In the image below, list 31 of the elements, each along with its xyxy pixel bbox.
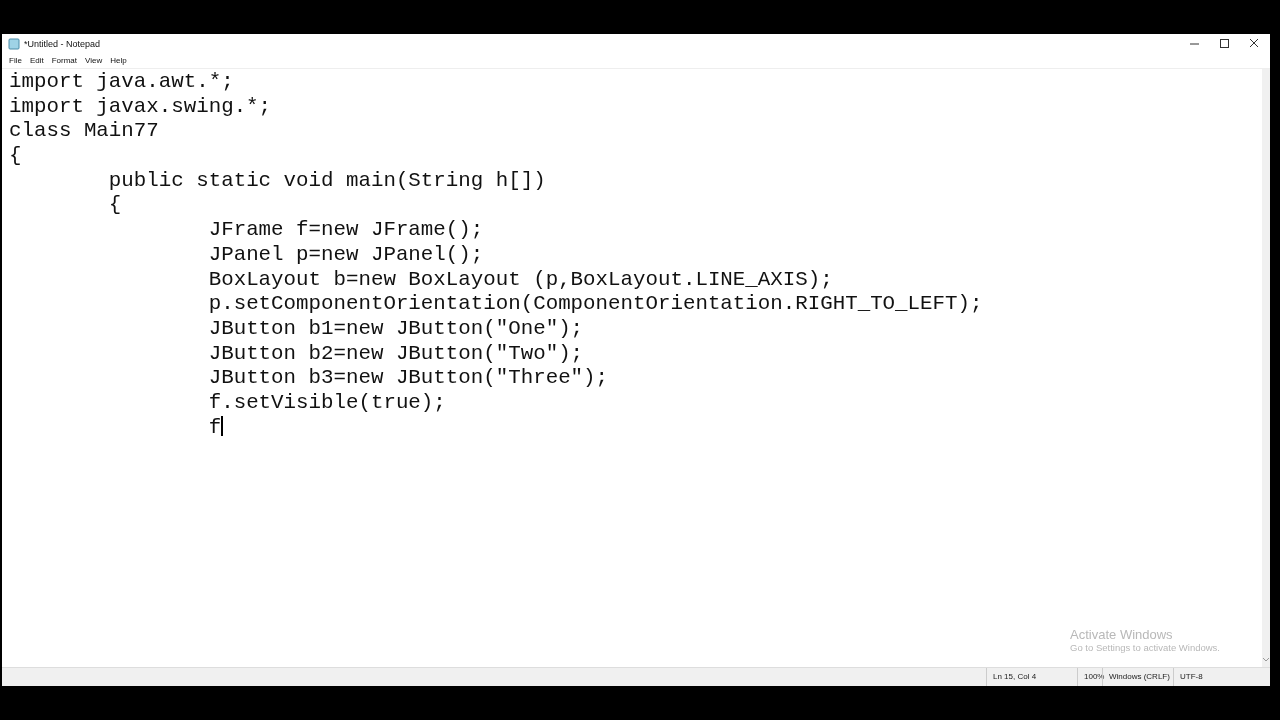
code-line: JButton b3=new JButton("Three");	[207, 366, 609, 391]
menu-item[interactable]: Edit	[27, 54, 50, 68]
scroll-down-icon[interactable]	[1262, 657, 1270, 663]
status-item: 100%	[1077, 668, 1102, 686]
code-line: JFrame f=new JFrame();	[207, 218, 484, 243]
menu-item[interactable]: View	[83, 54, 109, 68]
code-line: {	[107, 193, 122, 219]
code-line: JButton b2=new JButton("Two");	[207, 341, 584, 367]
code-line: BoxLayout b=new BoxLayout (p,BoxLayout.LINE_AXIS);	[207, 267, 833, 293]
code-line: class Main77	[9, 119, 159, 145]
code-line: import javax.swing.*;	[9, 94, 272, 120]
code-line: f	[207, 415, 223, 441]
text-cursor	[221, 415, 223, 436]
code-line: JPanel p=new JPanel();	[207, 242, 484, 268]
activation-message: Go to Settings to activate Windows.	[1070, 642, 1220, 653]
code-line: p.setComponentOrientation(ComponentOrientation.RIGHT_TO_LEFT);	[207, 292, 983, 317]
menu-item[interactable]: Help	[108, 54, 133, 68]
code-line: public static void main(String h[])	[107, 168, 546, 194]
status-item: Windows (CRLF)	[1102, 668, 1173, 686]
activation-title: Activate Windows	[1070, 627, 1174, 642]
menu-item[interactable]: Format	[49, 54, 84, 68]
code-line: JButton b1=new JButton("One");	[207, 316, 584, 342]
code-line: f.setVisible(true);	[207, 390, 446, 416]
status-item: Ln 15, Col 4	[986, 668, 1077, 686]
notepad-icon	[8, 38, 20, 50]
code-line: {	[9, 144, 22, 169]
menu-item[interactable]: File	[7, 54, 28, 68]
scrollbar[interactable]	[1262, 69, 1270, 667]
code-line: import java.awt.*;	[9, 70, 234, 95]
status-item: UTF-8	[1173, 668, 1220, 686]
window-title: *Untitled - Notepad	[24, 39, 102, 49]
